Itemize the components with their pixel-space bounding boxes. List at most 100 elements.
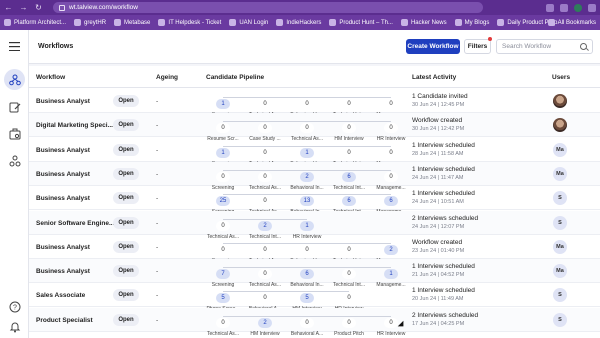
bookmark-label: Platform Architect... (14, 19, 67, 26)
workflow-name[interactable]: Business Analyst (36, 98, 90, 105)
table-row[interactable]: Senior Software Engine... Open - 0 Technical… (29, 210, 600, 240)
stage-count: 0 (216, 171, 230, 182)
stage-count: 13 (300, 196, 314, 207)
stage-count: 0 (216, 220, 230, 231)
bookmark-label: IndieHackers (286, 19, 322, 26)
stage-count: 0 (300, 317, 314, 328)
bookmark-item[interactable]: IndieHackers (276, 19, 321, 26)
create-workflow-button[interactable]: Create Workflow (406, 39, 460, 54)
workflow-name[interactable]: Business Analyst (36, 268, 90, 275)
user-avatar[interactable]: Ma (553, 239, 567, 254)
workflow-name[interactable]: Sales Associate (36, 292, 85, 299)
table-row[interactable]: Business Analyst Open - 0Screening0Technica… (29, 235, 600, 264)
stage-count: 1 (300, 220, 314, 231)
pipeline-stage[interactable]: 0 Technical As... (201, 311, 245, 337)
user-avatar[interactable] (553, 118, 567, 133)
profile-icon[interactable] (574, 3, 582, 12)
workflow-name[interactable]: Digital Marketing Speci... (36, 122, 113, 129)
bookmark-item[interactable]: IT Helpdesk - Ticket (158, 19, 221, 26)
stage-count: 6 (342, 171, 356, 182)
table-row[interactable]: Business Analyst Open - 25Screening0Technic… (29, 186, 600, 215)
user-avatar[interactable]: Ma (553, 264, 567, 279)
table-row[interactable]: Business Analyst Open - 0Screening0Technica… (29, 161, 600, 191)
reload-icon[interactable]: ↻ (34, 3, 43, 12)
back-icon[interactable]: ← (4, 3, 13, 12)
user-avatar[interactable]: S (553, 215, 567, 230)
help-icon[interactable]: ? (8, 300, 21, 313)
menu-icon[interactable] (588, 3, 596, 12)
hamburger-menu-icon[interactable] (8, 40, 21, 53)
activity-timestamp: 30 Jun 24 | 12:45 PM (412, 102, 465, 108)
activity-text: 1 Interview scheduled (412, 263, 475, 271)
stage-count: 0 (258, 147, 272, 158)
bookmark-item[interactable]: My Blogs (454, 19, 489, 26)
activity-timestamp: 21 Jun 24 | 04:52 PM (412, 272, 465, 279)
stage-count: 1 (216, 147, 230, 158)
search-input[interactable] (502, 43, 578, 50)
integrations-icon[interactable] (8, 154, 21, 167)
user-avatar[interactable]: Ma (553, 166, 567, 181)
stage-count: 7 (216, 269, 230, 280)
stage-count: 2 (300, 171, 314, 182)
table-row[interactable]: Business Analyst Open - 7 Screening 0 Technica… (29, 259, 600, 288)
table-row[interactable]: Business Analyst Open - 1Screening0Technica… (29, 138, 600, 167)
extension-icon[interactable] (546, 3, 554, 12)
workflow-name[interactable]: Business Analyst (36, 147, 90, 154)
candidate-edit-icon[interactable] (8, 100, 21, 113)
user-avatar[interactable]: Ma (553, 142, 567, 157)
column-header-ageing[interactable]: Ageing (156, 74, 178, 81)
user-avatar[interactable]: S (553, 288, 567, 303)
split-view-icon[interactable] (560, 3, 568, 12)
latest-activity: 1 Interview scheduled 21 Jun 24 | 04:52 P… (412, 263, 475, 278)
pipeline-stage[interactable]: 0 Product Pitch (327, 311, 371, 337)
bookmark-item[interactable]: UAN Login (229, 19, 268, 26)
column-header-workflow[interactable]: Workflow (36, 74, 65, 81)
forward-icon[interactable]: → (19, 3, 28, 12)
table-row[interactable]: Sales Associate Open - 5Phone Scree...0Beha… (29, 283, 600, 312)
stage-count: 0 (258, 196, 272, 207)
stage-count: 6 (300, 269, 314, 280)
candidate-pipeline: 0 Technical As... 2 HM Interview 0 Behavioral… (201, 311, 413, 337)
workflow-name[interactable]: Business Analyst (36, 171, 90, 178)
bookmark-item[interactable]: greytHR (74, 19, 106, 26)
latest-activity: 2 Interviews scheduled 24 Jun 24 | 12:07 … (412, 215, 478, 230)
user-avatar[interactable]: S (553, 312, 567, 327)
address-bar[interactable]: wt.talview.com/workflow (53, 2, 483, 13)
pipeline-stage[interactable]: 0 HR Interview (369, 311, 413, 337)
bookmark-item[interactable]: Platform Architect... (4, 19, 66, 26)
stage-label: HR Interview (376, 330, 406, 337)
pipeline-stage[interactable]: 0 Behavioral A... (285, 311, 329, 337)
workflow-icon[interactable] (8, 73, 21, 86)
workflow-name[interactable]: Product Specialist (36, 317, 93, 324)
workflow-name[interactable]: Business Analyst (36, 244, 90, 251)
user-avatar[interactable]: S (553, 191, 567, 206)
jobs-icon[interactable] (8, 127, 21, 140)
bookmark-label: Product Hunt – Th... (339, 19, 393, 26)
filters-button[interactable]: Filters (464, 39, 491, 54)
stage-label: Product Pitch (334, 330, 364, 337)
activity-timestamp: 24 Jun 24 | 12:07 PM (412, 223, 465, 230)
notifications-bell-icon[interactable] (8, 320, 21, 333)
table-row[interactable]: Business Analyst Open - 1Screening0Technica… (29, 89, 600, 118)
bookmark-item[interactable]: Metabase (114, 19, 150, 26)
stage-count: 5 (300, 293, 314, 304)
user-avatar[interactable] (553, 94, 567, 108)
activity-text: 1 Interview scheduled (412, 287, 475, 295)
stage-count: 2 (384, 244, 398, 255)
workflow-name[interactable]: Business Analyst (36, 195, 90, 202)
activity-timestamp: 17 Jun 24 | 04:25 PM (412, 320, 465, 327)
activity-text: 1 Candidate invited (412, 93, 468, 100)
candidate-pipeline: 0 Screening 0 Technical As... 2 Behavioral In… (201, 165, 413, 191)
bookmark-favicon-icon (4, 19, 11, 26)
pipeline-stage[interactable]: 2 HM Interview (243, 311, 287, 337)
page-header: Workflows Create Workflow Filters (29, 30, 600, 64)
bookmark-item[interactable]: Product Hunt – Th... (329, 19, 393, 26)
bookmark-item[interactable]: Hacker News (400, 19, 447, 26)
all-bookmarks[interactable]: All Bookmarks (547, 15, 596, 30)
bookmark-favicon-icon (74, 19, 82, 26)
table-row[interactable]: Product Specialist Open - 0 Technical As... 2… (29, 307, 600, 337)
search-icon[interactable] (580, 43, 587, 50)
latest-activity: 1 Interview scheduled 24 Jun 24 | 11:47 A… (412, 166, 475, 181)
workflow-name[interactable]: Senior Software Engine... (36, 220, 114, 227)
table-row[interactable]: Digital Marketing Speci... Open - 0 Resume S… (29, 113, 600, 142)
